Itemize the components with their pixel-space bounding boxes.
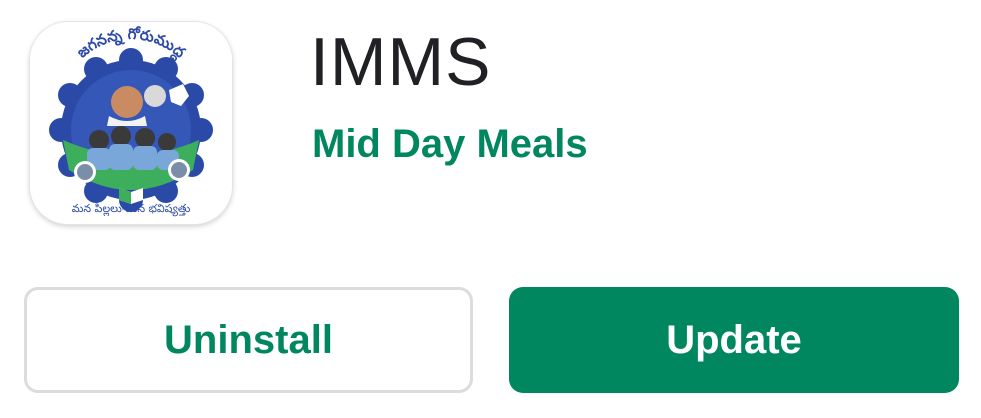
imms-logo-icon: జగనన్న గోరుముద్ద మన పిల్లలు-మన భవిష్యత్త…: [30, 22, 232, 224]
app-icon: జగనన్న గోరుముద్ద మన పిల్లలు-మన భవిష్యత్త…: [30, 22, 232, 224]
uninstall-button[interactable]: Uninstall: [24, 287, 473, 393]
svg-text:మన పిల్లలు-మన భవిష్యత్తు: మన పిల్లలు-మన భవిష్యత్తు: [72, 202, 191, 217]
update-button[interactable]: Update: [509, 287, 959, 393]
app-title: IMMS: [310, 24, 492, 100]
developer-link[interactable]: Mid Day Meals: [312, 116, 588, 172]
app-details-header: జగనన్న గోరుముద్ద మన పిల్లలు-మన భవిష్యత్త…: [0, 0, 981, 418]
